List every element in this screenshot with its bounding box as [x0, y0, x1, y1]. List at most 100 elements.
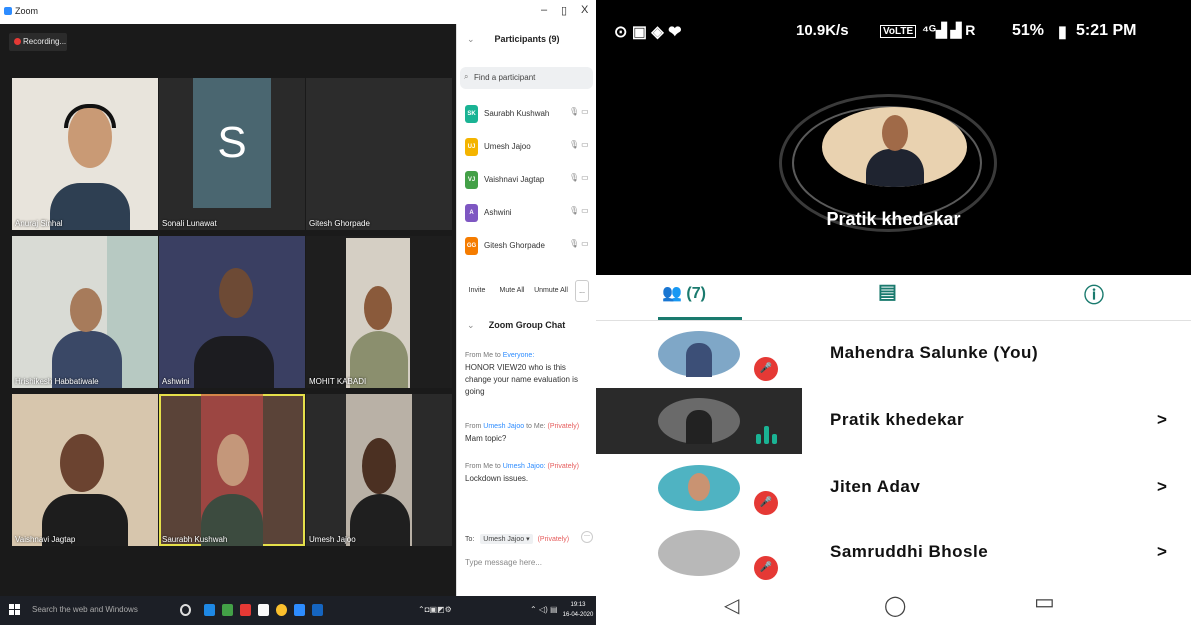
- video-tile[interactable]: Ashwini: [159, 236, 305, 388]
- taskbar-clock[interactable]: 19:13 16-04-2020: [562, 600, 594, 620]
- tile-name: Hrishikesh Habbatiwale: [15, 377, 99, 386]
- mic-camera-icons: 🎙▭: [569, 107, 591, 116]
- mute-all-button[interactable]: Mute All: [497, 280, 527, 302]
- tile-name: MOHIT KABADI: [309, 377, 367, 386]
- participant-row[interactable]: Pratik khedekar >: [596, 388, 1191, 454]
- tile-name: Saurabh Kushwah: [162, 535, 228, 544]
- person-figure: [350, 494, 410, 546]
- signal-icons: ⁴ᴳ▟ ▟ R: [922, 22, 976, 38]
- participant-row[interactable]: 🎤 Mahendra Salunke (You): [596, 321, 1191, 387]
- tile-name: Ashwini: [162, 377, 190, 386]
- participants-icon: 👥: [662, 285, 682, 302]
- video-tile[interactable]: MOHIT KABADI: [306, 236, 452, 388]
- participant-row[interactable]: VJ Vaishnavi Jagtap 🎙▭: [465, 169, 591, 191]
- task-view-icon[interactable]: [180, 604, 191, 616]
- composite-screenshot: Zoom – ▯ X Recording... Anuraj Sinhal S …: [0, 0, 1191, 625]
- invite-button[interactable]: Invite: [465, 280, 489, 302]
- close-button[interactable]: X: [581, 4, 588, 16]
- zoom-app-icon: [4, 7, 12, 15]
- tile-name: Sonali Lunawat: [162, 219, 217, 228]
- participant-avatar: UJ: [465, 138, 478, 156]
- recipient-dropdown[interactable]: Umesh Jajoo ▾: [480, 534, 533, 544]
- participant-avatar: A: [465, 204, 478, 222]
- recent-apps-nav-icon[interactable]: ▭: [1034, 589, 1055, 615]
- maximize-button[interactable]: ▯: [561, 4, 567, 17]
- recording-indicator[interactable]: Recording...: [9, 33, 67, 51]
- tab-chat[interactable]: ▤: [878, 279, 897, 304]
- chrome-icon[interactable]: [276, 604, 287, 616]
- collapse-chevron-icon[interactable]: ⌄: [467, 320, 475, 331]
- window-titlebar: Zoom – ▯ X: [0, 0, 596, 24]
- participant-row[interactable]: SK Saurabh Kushwah 🎙▭: [465, 103, 591, 125]
- android-nav-bar: ◁ ◯ ▭: [596, 585, 1191, 625]
- minimize-button[interactable]: –: [541, 4, 547, 16]
- participant-row[interactable]: 🎤 Samruddhi Bhosle >: [596, 520, 1191, 586]
- chevron-right-icon[interactable]: >: [1157, 542, 1167, 562]
- participant-row[interactable]: GG Gitesh Ghorpade 🎙▭: [465, 235, 591, 257]
- windows-start-icon[interactable]: [9, 604, 21, 616]
- private-label: (Privately): [537, 536, 570, 543]
- participant-row[interactable]: UJ Umesh Jajoo 🎙▭: [465, 136, 591, 158]
- person-face: [70, 288, 102, 332]
- store-icon[interactable]: [222, 604, 233, 616]
- search-placeholder: Find a participant: [474, 73, 536, 82]
- video-tile[interactable]: Gitesh Ghorpade: [306, 78, 452, 230]
- muted-mic-icon: 🎤: [754, 491, 778, 515]
- chat-text: Lockdown issues.: [465, 474, 529, 483]
- clock-time: 19:13: [570, 602, 586, 608]
- tab-info[interactable]: ⓘ: [1084, 279, 1104, 308]
- chat-input[interactable]: Type message here...: [465, 558, 542, 567]
- zoom-taskbar-icon[interactable]: [294, 604, 305, 616]
- chat-more-icon[interactable]: ···: [581, 531, 593, 543]
- more-options-button[interactable]: ...: [575, 280, 589, 302]
- speaking-indicator-icon: [756, 426, 778, 444]
- chat-message: From Me to Umesh Jajoo: (Privately) Lock…: [465, 461, 593, 485]
- battery-icon: ▮: [1058, 24, 1067, 41]
- participant-name: Jiten Adav: [830, 477, 921, 496]
- taskbar-search-input[interactable]: Search the web and Windows: [26, 600, 166, 620]
- person-figure: [686, 410, 712, 444]
- chat-meta: From Me to Everyone:: [465, 352, 535, 359]
- video-tile[interactable]: S Sonali Lunawat: [159, 78, 305, 230]
- unmute-all-button[interactable]: Unmute All: [533, 280, 569, 302]
- participant-row[interactable]: 🎤 Jiten Adav >: [596, 455, 1191, 521]
- participant-row[interactable]: A Ashwini 🎙▭: [465, 202, 591, 224]
- volume-network-icons[interactable]: ⌃ ◁) ▤: [530, 605, 558, 614]
- chat-title: Zoom Group Chat: [488, 320, 566, 330]
- edge-icon[interactable]: [204, 604, 215, 616]
- mail-icon[interactable]: [240, 604, 251, 616]
- info-icon: ⓘ: [1084, 285, 1104, 307]
- android-status-bar: ⊙ ▣ ◈ ❤ 10.9K/s VoLTE ⁴ᴳ▟ ▟ R 51% ▮ 5:21…: [596, 22, 1191, 44]
- avatar-initial: S: [193, 78, 271, 208]
- video-tile[interactable]: Vaishnavi Jagtap: [12, 394, 158, 546]
- collapse-chevron-icon[interactable]: ⌄: [467, 34, 475, 45]
- video-tile[interactable]: Umesh Jajoo: [306, 394, 452, 546]
- participant-avatar: [658, 530, 740, 576]
- video-tile-active-speaker[interactable]: Saurabh Kushwah: [159, 394, 305, 546]
- video-tile[interactable]: Hrishikesh Habbatiwale: [12, 236, 158, 388]
- notification-icons: ⊙ ▣ ◈ ❤: [614, 24, 682, 41]
- person-face: [217, 434, 249, 486]
- search-icon: ⌕: [464, 72, 469, 81]
- tab-participants[interactable]: 👥 (7): [662, 283, 706, 303]
- windows-taskbar: Search the web and Windows ⌃◘▣◩⚙ ⌃ ◁) ▤ …: [0, 596, 596, 625]
- chevron-right-icon[interactable]: >: [1157, 410, 1167, 430]
- video-gallery: Recording... Anuraj Sinhal S Sonali Luna…: [0, 24, 456, 596]
- record-icon: [14, 38, 21, 45]
- side-panel: ⌄ Participants (9) ⌕ Find a participant …: [456, 24, 596, 596]
- person-face: [364, 286, 392, 330]
- recording-label: Recording...: [23, 37, 67, 46]
- participant-search-input[interactable]: ⌕ Find a participant: [460, 67, 593, 89]
- participant-name: Samruddhi Bhosle: [830, 542, 989, 561]
- system-tray-icons[interactable]: ⌃◘▣◩⚙: [418, 605, 452, 614]
- participant-name: Vaishnavi Jagtap: [484, 175, 545, 184]
- back-nav-icon[interactable]: ◁: [724, 593, 739, 618]
- chat-icon: ▤: [878, 281, 897, 303]
- video-tile[interactable]: Anuraj Sinhal: [12, 78, 158, 230]
- participant-avatar: [658, 465, 740, 511]
- files-icon[interactable]: [258, 604, 269, 616]
- word-icon[interactable]: [312, 604, 323, 616]
- chevron-right-icon[interactable]: >: [1157, 477, 1167, 497]
- home-nav-icon[interactable]: ◯: [884, 593, 906, 618]
- person-face: [219, 268, 253, 318]
